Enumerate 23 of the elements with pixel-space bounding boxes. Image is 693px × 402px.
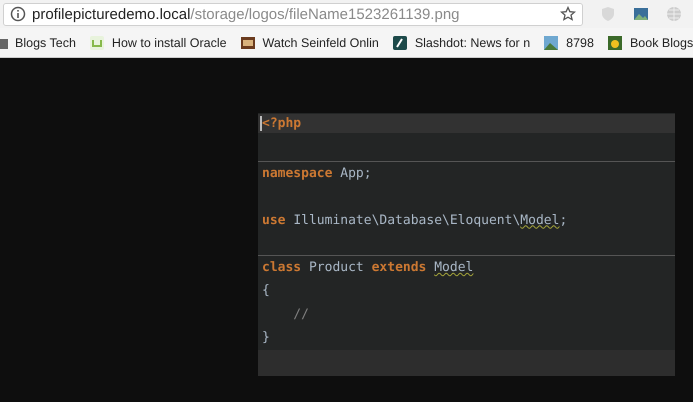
flower-icon — [606, 34, 623, 50]
bookmark-link[interactable]: 8798 — [566, 36, 594, 50]
info-icon[interactable] — [10, 6, 26, 22]
code-line: { — [262, 283, 270, 298]
film-icon — [240, 34, 256, 50]
bookmark-link[interactable]: Blogs Tech — [15, 36, 76, 50]
code-line: use Illuminate\Database\Eloquent\Model; — [262, 212, 568, 228]
address-bar[interactable]: profilepicturedemo.local/storage/logos/fileName1523261139.png — [3, 2, 583, 26]
code-line: // — [292, 306, 309, 322]
star-icon[interactable] — [560, 6, 576, 22]
text-cursor — [260, 116, 262, 131]
slash-logo-icon — [392, 34, 408, 50]
bookmark-link[interactable]: How to install Oracle — [112, 36, 227, 50]
code-line: } — [262, 330, 270, 346]
bookmark-link[interactable]: Book Blogs — [630, 36, 693, 50]
code-line: namespace App; — [262, 166, 372, 181]
photo-icon — [543, 34, 560, 50]
bookmark-link[interactable]: Watch Seinfeld Onlin — [262, 36, 379, 50]
code-line: class Product extends Model — [262, 260, 474, 276]
leaf-logo-icon — [88, 34, 105, 50]
picture-icon[interactable] — [633, 6, 649, 22]
bookmark-link[interactable]: Slashdot: News for n — [414, 36, 530, 50]
code-line: <?php — [262, 116, 302, 131]
